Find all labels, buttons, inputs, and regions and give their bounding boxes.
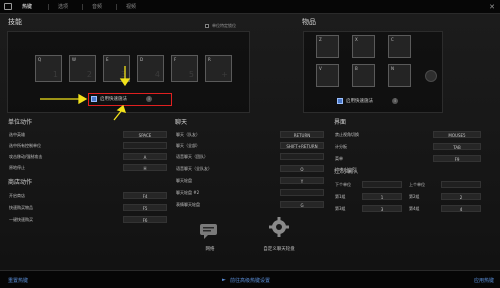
key-letter: N (391, 66, 394, 71)
chat-title: 聊天 (175, 119, 188, 126)
chat-key[interactable]: Y (280, 177, 324, 184)
control-group-label: 下个单位 (335, 182, 351, 187)
apply-hotkeys-link[interactable]: 应用热键 (474, 277, 494, 284)
key-letter: V (319, 66, 322, 71)
chat-key[interactable]: RETURN (280, 131, 324, 138)
interface-label: 禁止视角切换 (335, 132, 359, 137)
control-group-key[interactable] (362, 181, 402, 188)
interface-title: 界面 (334, 119, 347, 126)
advanced-hotkeys-link[interactable]: 前往高级热键设置 (230, 277, 270, 284)
unit-action-label: 选中英雄 (9, 132, 25, 137)
control-group-label: 第2组 (409, 194, 420, 199)
chat-label: 聊天轮盘 #2 (176, 190, 200, 195)
item-key-z[interactable]: Z (316, 35, 339, 58)
arrow-right-head (78, 93, 88, 105)
arrow-up (113, 109, 123, 121)
control-group-key[interactable] (441, 181, 481, 188)
key-letter: B (355, 66, 358, 71)
key-letter: C (391, 37, 394, 42)
interface-label: 菜单 (335, 156, 343, 161)
control-group-key[interactable]: 4 (441, 205, 481, 212)
shop-actions-title: 商店动作 (8, 179, 33, 186)
item-key-v[interactable]: V (316, 64, 339, 87)
shop-action-label: 快速购买物品 (9, 205, 33, 210)
chat-label: 语音聊天（全队友） (176, 166, 212, 171)
chat-wheel-button[interactable] (198, 222, 222, 244)
chat-label: 聊天（队友） (176, 132, 200, 137)
key-letter: X (355, 37, 358, 42)
control-group-key[interactable]: 3 (362, 205, 402, 212)
custom-chat-wheel-button[interactable] (268, 216, 290, 240)
unit-action-key[interactable] (123, 142, 167, 149)
arrow-up-head (116, 104, 127, 113)
gear-icon (269, 217, 289, 237)
unit-actions-title: 单位动作 (8, 119, 33, 126)
unit-action-key[interactable]: A (123, 153, 167, 160)
control-group-key[interactable]: 2 (441, 193, 481, 200)
item-key-b[interactable]: B (352, 64, 375, 87)
unit-action-label: 原地停止 (9, 165, 25, 170)
chat-key[interactable] (280, 189, 324, 196)
chat-key[interactable]: SHIFT+RETURN (280, 142, 324, 149)
shop-action-key[interactable]: F4 (123, 192, 167, 199)
chat-key[interactable]: Q (280, 165, 324, 172)
item-key-x[interactable]: X (352, 35, 375, 58)
key-letter: Z (319, 37, 322, 42)
shop-action-label: 一键快速购买 (9, 217, 33, 222)
control-group-key[interactable]: 1 (362, 193, 402, 200)
control-groups-title: 控制编队 (334, 168, 359, 175)
unit-action-key[interactable]: H (123, 164, 167, 171)
item-key-c[interactable]: C (388, 35, 411, 58)
control-group-label: 上个单位 (409, 182, 425, 187)
chat-key[interactable] (280, 153, 324, 160)
chat-wheel-label: 网络 (205, 247, 215, 252)
shop-action-label: 开启商店 (9, 193, 25, 198)
control-group-label: 第1组 (335, 194, 346, 199)
interface-key[interactable]: F9 (433, 155, 481, 162)
arrow-right-icon: ► (222, 277, 226, 283)
quick-cast-checkbox[interactable] (337, 98, 343, 104)
unit-action-key[interactable]: SPACE (123, 131, 167, 138)
chat-bubble-icon (200, 224, 217, 239)
info-icon[interactable]: i (392, 98, 398, 104)
control-group-label: 第3组 (335, 206, 346, 211)
interface-key[interactable]: MOUSE5 (433, 131, 481, 138)
stash-icon (425, 70, 437, 82)
custom-chat-wheel-label: 自定义聊天轮盘 (263, 247, 295, 252)
unit-action-label: 选中所有控制单位 (9, 143, 41, 148)
items-title: 物品 (302, 18, 316, 26)
chat-label: 表情聊天轮盘 (176, 202, 200, 207)
arrow-down-head (119, 78, 131, 87)
interface-label: 计分板 (335, 144, 347, 149)
reset-hotkeys-link[interactable]: 重置热键 (8, 277, 28, 284)
shop-action-key[interactable]: F6 (123, 216, 167, 223)
chat-label: 聊天轮盘 (176, 178, 192, 183)
chat-key[interactable]: G (280, 201, 324, 208)
item-key-n[interactable]: N (388, 64, 411, 87)
items-quick-cast-toggle[interactable]: 启用快速施法 i (337, 97, 417, 106)
interface-key[interactable]: TAB (433, 143, 481, 150)
chat-label: 语音聊天（团队） (176, 154, 208, 159)
chat-label: 聊天（全部） (176, 143, 200, 148)
shop-action-key[interactable]: F5 (123, 204, 167, 211)
control-group-label: 第4组 (409, 206, 420, 211)
quick-cast-label: 启用快速施法 (346, 99, 373, 104)
unit-action-label: 攻击移动/强制攻击 (9, 154, 43, 159)
